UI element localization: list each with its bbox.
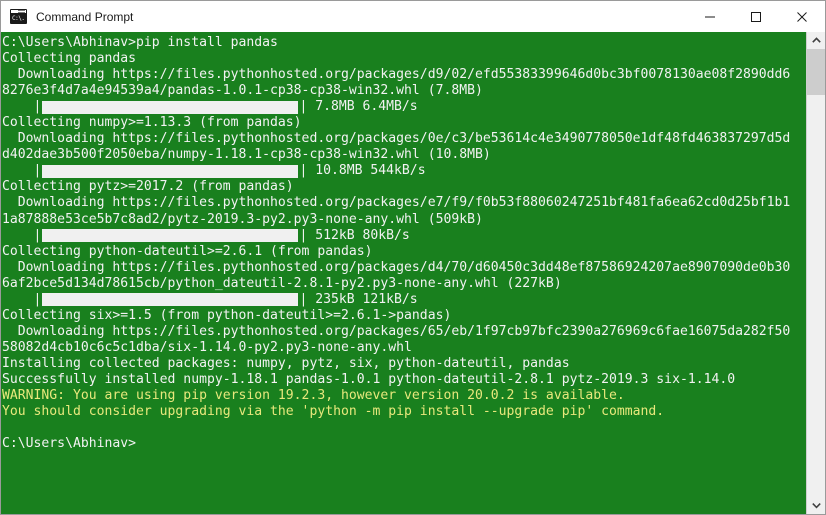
title-bar[interactable]: C:\. Command Prompt	[1, 1, 825, 32]
progress-bar-fill	[42, 164, 299, 178]
progress-bar-fill	[42, 229, 299, 243]
window-title: Command Prompt	[36, 9, 134, 24]
minimize-button[interactable]	[687, 1, 733, 32]
console-progress-line: | | 512kB 80kB/s	[2, 228, 806, 244]
progress-status-text: 512kB 80kB/s	[307, 227, 410, 243]
progress-bar-fill	[42, 100, 299, 114]
progress-status-text: 235kB 121kB/s	[307, 291, 418, 307]
console-icon-glyph: C:\.	[11, 14, 26, 23]
progress-right-delimiter: |	[299, 99, 308, 115]
console-line: Downloading https://files.pythonhosted.o…	[2, 195, 791, 211]
console-line: C:\Users\Abhinav>	[2, 436, 137, 452]
console-line: 8276e3f4d7a4e94539a4/pandas-1.0.1-cp38-c…	[2, 83, 483, 99]
console-line: Collecting numpy>=1.13.3 (from pandas)	[2, 115, 302, 131]
console-line: C:\Users\Abhinav>pip install pandas	[2, 35, 278, 50]
console-line: Downloading https://files.pythonhosted.o…	[2, 67, 791, 83]
progress-status-text: 10.8MB 544kB/s	[307, 163, 426, 179]
console-warning-line: You should consider upgrading via the 'p…	[2, 404, 665, 420]
scroll-up-button[interactable]	[807, 32, 825, 49]
console-icon: C:\.	[10, 9, 27, 24]
chevron-up-icon	[811, 37, 821, 43]
chevron-down-icon	[811, 503, 821, 509]
console-line: Installing collected packages: numpy, py…	[2, 355, 570, 371]
progress-indent	[2, 163, 34, 179]
maximize-button[interactable]	[733, 1, 779, 32]
progress-indent	[2, 228, 34, 244]
progress-indent	[2, 99, 34, 115]
progress-left-delimiter: |	[33, 227, 42, 243]
close-icon	[797, 11, 807, 22]
console-line: Collecting python-dateutil>=2.6.1 (from …	[2, 243, 373, 259]
close-button[interactable]	[779, 1, 825, 32]
console-line: 58082d4cb10c6c5c1dba/six-1.14.0-py2.py3-…	[2, 339, 412, 355]
console-line: Downloading https://files.pythonhosted.o…	[2, 131, 791, 147]
console-output[interactable]: C:\Users\Abhinav>pip install pandas Colle…	[1, 32, 806, 514]
progress-status-text: 7.8MB 6.4MB/s	[307, 99, 418, 115]
scroll-down-button[interactable]	[807, 497, 825, 514]
console-progress-line: | | 7.8MB 6.4MB/s	[2, 99, 806, 115]
console-area: C:\Users\Abhinav>pip install pandas Colle…	[1, 32, 825, 514]
progress-bar-fill	[42, 293, 299, 307]
minimize-icon	[705, 16, 715, 17]
progress-left-delimiter: |	[33, 99, 42, 115]
maximize-icon	[751, 11, 761, 22]
vertical-scrollbar[interactable]	[806, 32, 825, 514]
scrollbar-thumb[interactable]	[807, 49, 825, 95]
console-line: Collecting pandas	[2, 51, 137, 67]
console-warning-line: WARNING: You are using pip version 19.2.…	[2, 388, 625, 404]
window-controls	[687, 1, 825, 32]
progress-left-delimiter: |	[33, 291, 42, 307]
progress-right-delimiter: |	[299, 291, 308, 307]
console-line: Collecting pytz>=2017.2 (from pandas)	[2, 179, 294, 195]
progress-left-delimiter: |	[33, 163, 42, 179]
console-line: Collecting six>=1.5 (from python-dateuti…	[2, 307, 452, 323]
command-prompt-window: C:\. Command Prompt C:\Users\Abhinav>pip…	[0, 0, 826, 515]
scrollbar-track[interactable]	[807, 49, 825, 497]
progress-right-delimiter: |	[299, 163, 308, 179]
progress-right-delimiter: |	[299, 227, 308, 243]
console-line: 1a87888e53ce5b7c8ad2/pytz-2019.3-py2.py3…	[2, 211, 483, 227]
console-line: Downloading https://files.pythonhosted.o…	[2, 259, 791, 275]
console-progress-line: | | 10.8MB 544kB/s	[2, 163, 806, 179]
progress-indent	[2, 292, 34, 308]
console-progress-line: | | 235kB 121kB/s	[2, 292, 806, 308]
title-bar-left: C:\. Command Prompt	[1, 9, 133, 24]
console-line: d402dae3b500f2050eba/numpy-1.18.1-cp38-c…	[2, 147, 491, 163]
console-line: 6af2bce5d134d78615cb/python_dateutil-2.8…	[2, 275, 562, 291]
console-line: Downloading https://files.pythonhosted.o…	[2, 323, 791, 339]
console-line: Successfully installed numpy-1.18.1 pand…	[2, 371, 736, 387]
